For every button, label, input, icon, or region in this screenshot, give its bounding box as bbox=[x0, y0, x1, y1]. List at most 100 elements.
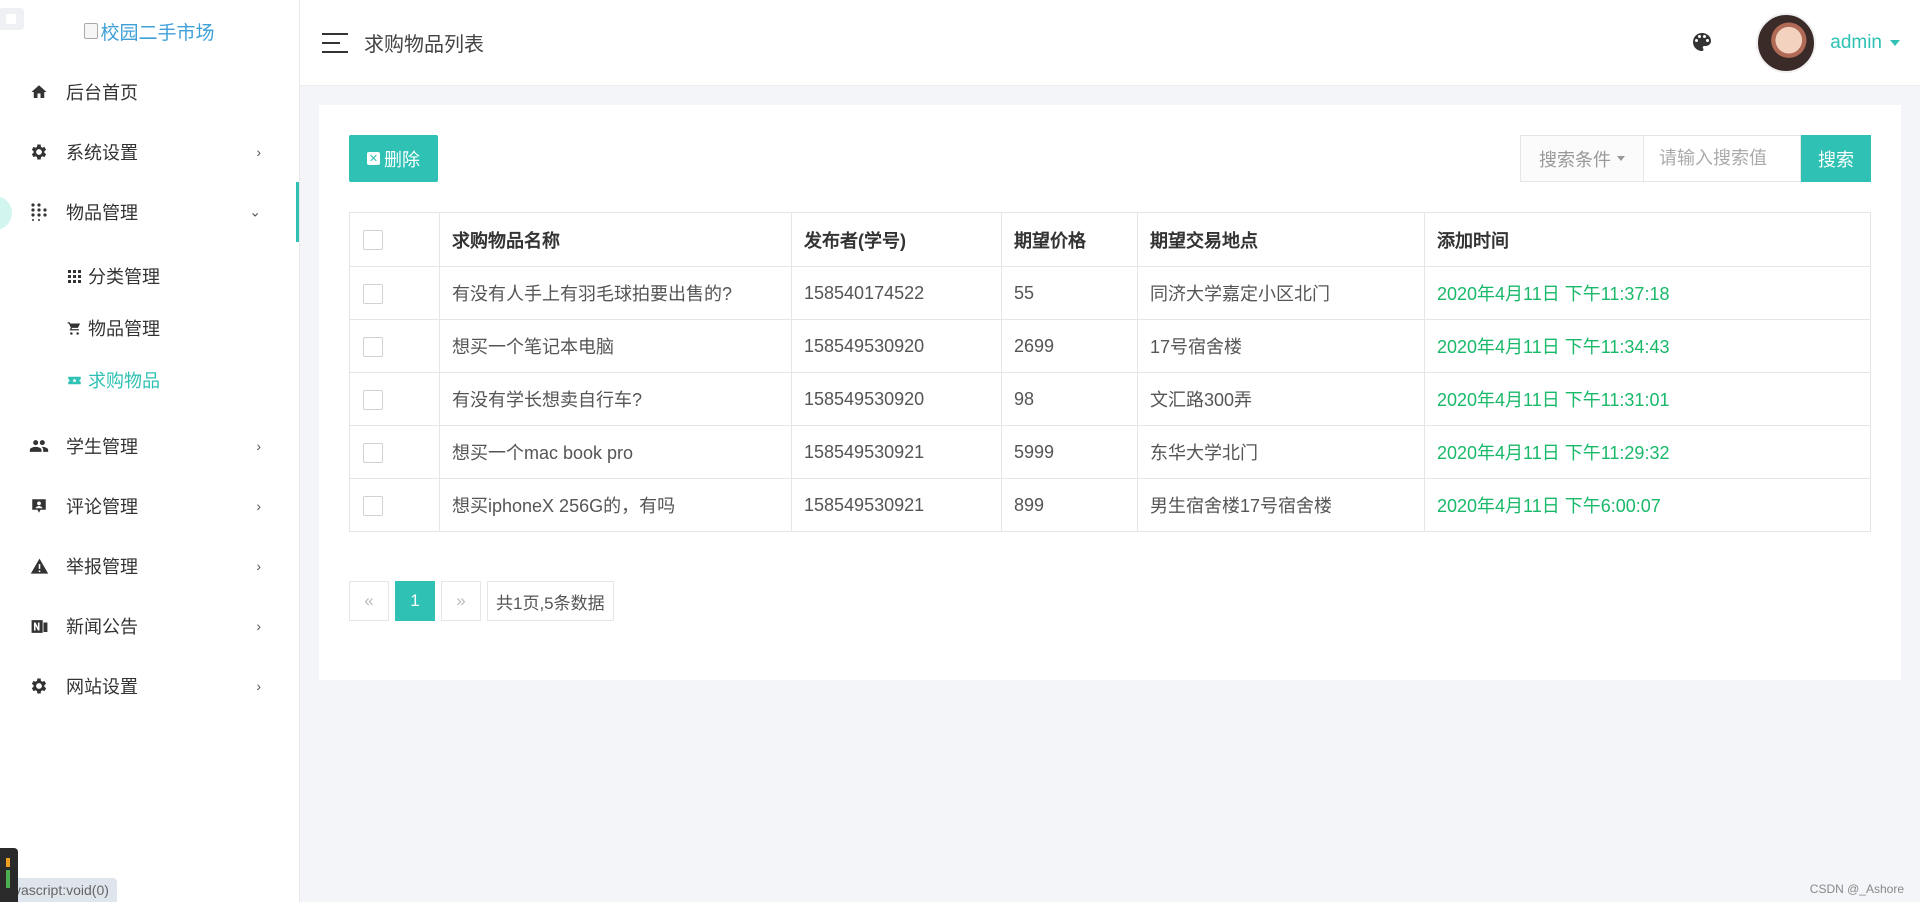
select-all-checkbox[interactable] bbox=[363, 230, 383, 251]
search-button[interactable]: 搜索 bbox=[1801, 135, 1871, 182]
avatar[interactable] bbox=[1756, 13, 1817, 73]
pagination: « 1 » 共1页,5条数据 bbox=[349, 581, 614, 621]
pagination-prev[interactable]: « bbox=[349, 581, 389, 621]
select-all-cell bbox=[349, 212, 440, 267]
sidebar-item-comments[interactable]: 评论管理 › bbox=[0, 476, 299, 536]
table-header-row: 求购物品名称 发布者(学号) 期望价格 期望交易地点 添加时间 bbox=[349, 212, 1871, 267]
pagination-page-current[interactable]: 1 bbox=[395, 581, 435, 621]
cell-location: 同济大学嘉定小区北门 bbox=[1137, 266, 1425, 320]
cell-price: 899 bbox=[1001, 478, 1138, 532]
row-select-cell bbox=[349, 372, 440, 426]
cell-publisher: 158549530921 bbox=[791, 478, 1002, 532]
cell-publisher: 158549530921 bbox=[791, 425, 1002, 479]
pagination-next[interactable]: » bbox=[441, 581, 481, 621]
cell-publisher: 158549530920 bbox=[791, 319, 1002, 373]
sidebar-subitem-goods[interactable]: 物品管理 bbox=[0, 302, 299, 354]
search-input[interactable] bbox=[1643, 135, 1801, 182]
top-header: 求购物品列表 admin bbox=[300, 0, 1920, 86]
sidebar-item-label: 网站设置 bbox=[66, 677, 138, 697]
column-header-publisher[interactable]: 发布者(学号) bbox=[791, 212, 1002, 267]
column-header-name[interactable]: 求购物品名称 bbox=[439, 212, 792, 267]
sidebar-item-dashboard[interactable]: 后台首页 bbox=[0, 62, 299, 122]
sidebar: 校园二手市场 后台首页 系统设置 › 物品管理 ⌄ 分类管理 物品管理 求购物品… bbox=[0, 0, 300, 902]
chevron-right-icon: › bbox=[256, 558, 261, 574]
cell-name: 想买一个mac book pro bbox=[439, 425, 792, 479]
sidebar-subitem-category[interactable]: 分类管理 bbox=[0, 250, 299, 302]
cell-time: 2020年4月11日 下午11:34:43 bbox=[1424, 319, 1871, 373]
column-header-price[interactable]: 期望价格 bbox=[1001, 212, 1138, 267]
gear-icon bbox=[28, 675, 50, 697]
row-checkbox[interactable] bbox=[363, 495, 383, 516]
row-select-cell bbox=[349, 425, 440, 479]
palette-icon[interactable] bbox=[1690, 30, 1716, 56]
sidebar-subitem-label: 求购物品 bbox=[88, 371, 160, 391]
user-menu[interactable]: admin bbox=[1830, 32, 1900, 54]
row-checkbox[interactable] bbox=[363, 283, 383, 304]
menu-toggle-icon[interactable] bbox=[322, 32, 348, 53]
wanted-goods-table: 求购物品名称 发布者(学号) 期望价格 期望交易地点 添加时间 有没有人手上有羽… bbox=[349, 212, 1871, 532]
broken-image-icon bbox=[84, 23, 99, 39]
row-select-cell bbox=[349, 319, 440, 373]
cell-name: 有没有学长想卖自行车? bbox=[439, 372, 792, 426]
caret-down-icon bbox=[1617, 156, 1625, 161]
sidebar-item-label: 新闻公告 bbox=[66, 617, 138, 637]
people-icon bbox=[28, 435, 50, 457]
grid-icon bbox=[66, 268, 82, 284]
sidebar-menu: 后台首页 系统设置 › 物品管理 ⌄ bbox=[0, 62, 299, 242]
caret-down-icon bbox=[1890, 40, 1900, 46]
row-select-cell bbox=[349, 478, 440, 532]
home-icon bbox=[28, 81, 50, 103]
cell-location: 东华大学北门 bbox=[1137, 425, 1425, 479]
sidebar-item-system-settings[interactable]: 系统设置 › bbox=[0, 122, 299, 182]
sidebar-item-label: 举报管理 bbox=[66, 557, 138, 577]
cell-publisher: 158549530920 bbox=[791, 372, 1002, 426]
sidebar-menu-lower: 学生管理 › 评论管理 › 举报管理 › 新闻公告 › 网站设置 › bbox=[0, 416, 299, 716]
sidebar-subitem-wanted-goods[interactable]: 求购物品 bbox=[0, 354, 299, 406]
warning-icon bbox=[28, 555, 50, 577]
close-square-icon: ✕ bbox=[367, 152, 380, 165]
comment-user-icon bbox=[28, 495, 50, 517]
logo[interactable]: 校园二手市场 bbox=[0, 0, 299, 62]
table-row[interactable]: 想买一个笔记本电脑 158549530920 2699 17号宿舍楼 2020年… bbox=[349, 319, 1871, 373]
cell-price: 5999 bbox=[1001, 425, 1138, 479]
cell-time: 2020年4月11日 下午11:29:32 bbox=[1424, 425, 1871, 479]
sidebar-item-reports[interactable]: 举报管理 › bbox=[0, 536, 299, 596]
sidebar-item-site-settings[interactable]: 网站设置 › bbox=[0, 656, 299, 716]
cell-time: 2020年4月11日 下午11:31:01 bbox=[1424, 372, 1871, 426]
row-checkbox[interactable] bbox=[363, 442, 383, 463]
sidebar-item-label: 后台首页 bbox=[66, 83, 138, 103]
chevron-right-icon: › bbox=[256, 438, 261, 454]
sidebar-item-students[interactable]: 学生管理 › bbox=[0, 416, 299, 476]
sidebar-item-label: 评论管理 bbox=[66, 497, 138, 517]
taskbar-widget bbox=[0, 848, 18, 902]
row-checkbox[interactable] bbox=[363, 389, 383, 410]
chevron-right-icon: › bbox=[256, 618, 261, 634]
corner-toggle[interactable] bbox=[0, 8, 24, 30]
cell-time: 2020年4月11日 下午6:00:07 bbox=[1424, 478, 1871, 532]
cell-name: 有没有人手上有羽毛球拍要出售的? bbox=[439, 266, 792, 320]
ticket-icon bbox=[66, 372, 82, 388]
table-row[interactable]: 想买一个mac book pro 158549530921 5999 东华大学北… bbox=[349, 425, 1871, 479]
row-checkbox[interactable] bbox=[363, 336, 383, 357]
chevron-right-icon: › bbox=[256, 678, 261, 694]
delete-button[interactable]: ✕ 删除 bbox=[349, 135, 438, 182]
column-header-location[interactable]: 期望交易地点 bbox=[1137, 212, 1425, 267]
sidebar-item-news[interactable]: 新闻公告 › bbox=[0, 596, 299, 656]
sidebar-item-label: 系统设置 bbox=[66, 143, 138, 163]
username-label: admin bbox=[1830, 32, 1882, 53]
cell-price: 98 bbox=[1001, 372, 1138, 426]
gear-icon bbox=[28, 141, 50, 163]
table-row[interactable]: 有没有学长想卖自行车? 158549530920 98 文汇路300弄 2020… bbox=[349, 372, 1871, 426]
content-card: ✕ 删除 搜索条件 搜索 求购物品名称 发布者(学号) 期望价格 期望交易地点 … bbox=[319, 105, 1901, 680]
search-condition-label: 搜索条件 bbox=[1539, 149, 1611, 170]
column-header-time[interactable]: 添加时间 bbox=[1424, 212, 1871, 267]
table-row[interactable]: 想买iphoneX 256G的，有吗 158549530921 899 男生宿舍… bbox=[349, 478, 1871, 532]
chevron-right-icon: › bbox=[256, 144, 261, 160]
sidebar-subitem-label: 分类管理 bbox=[88, 267, 160, 287]
search-condition-dropdown[interactable]: 搜索条件 bbox=[1520, 135, 1643, 182]
cell-location: 17号宿舍楼 bbox=[1137, 319, 1425, 373]
table-row[interactable]: 有没有人手上有羽毛球拍要出售的? 158540174522 55 同济大学嘉定小… bbox=[349, 266, 1871, 320]
goods-submenu: 分类管理 物品管理 求购物品 bbox=[0, 242, 299, 416]
cell-location: 男生宿舍楼17号宿舍楼 bbox=[1137, 478, 1425, 532]
sidebar-item-goods-management[interactable]: 物品管理 ⌄ bbox=[0, 182, 299, 242]
